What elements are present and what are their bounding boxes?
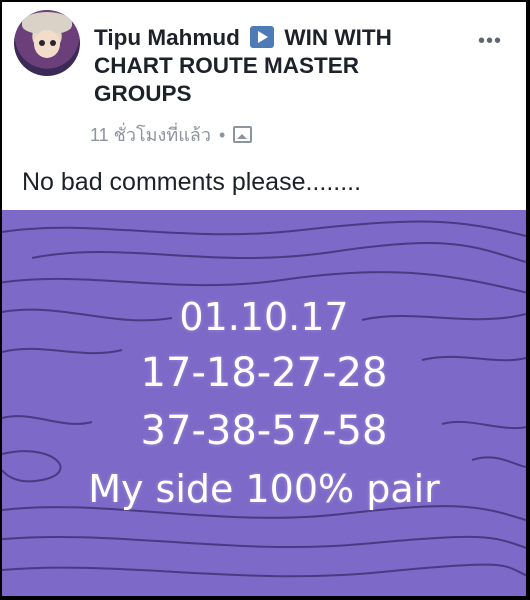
image-date: 01.10.17 bbox=[179, 295, 349, 339]
avatar-face bbox=[34, 30, 60, 58]
post-meta: 11 ชั่วโมงที่แล้ว • bbox=[90, 120, 253, 149]
post-title: Tipu Mahmud WIN WITH CHART ROUTE MASTER … bbox=[94, 24, 454, 108]
photo-icon bbox=[233, 126, 253, 143]
image-numbers-1: 17-18-27-28 bbox=[140, 350, 388, 396]
more-options-icon[interactable]: ••• bbox=[478, 30, 502, 53]
image-numbers-2: 37-38-57-58 bbox=[140, 408, 388, 454]
meta-separator: • bbox=[218, 125, 226, 145]
play-arrow-icon bbox=[250, 26, 275, 48]
image-note: My side 100% pair bbox=[88, 467, 440, 511]
post-image[interactable]: 01.10.17 17-18-27-28 37-38-57-58 My side… bbox=[2, 210, 526, 596]
avatar-eye-left bbox=[39, 40, 45, 46]
post-caption: No bad comments please........ bbox=[22, 168, 362, 196]
avatar[interactable] bbox=[14, 10, 80, 76]
author-name[interactable]: Tipu Mahmud bbox=[94, 25, 240, 50]
post-time[interactable]: 11 ชั่วโมงที่แล้ว bbox=[90, 125, 211, 145]
wood-grain-background bbox=[2, 220, 526, 578]
post-card: Tipu Mahmud WIN WITH CHART ROUTE MASTER … bbox=[2, 2, 526, 596]
post-header: Tipu Mahmud WIN WITH CHART ROUTE MASTER … bbox=[2, 2, 526, 212]
avatar-eye-right bbox=[50, 40, 56, 46]
